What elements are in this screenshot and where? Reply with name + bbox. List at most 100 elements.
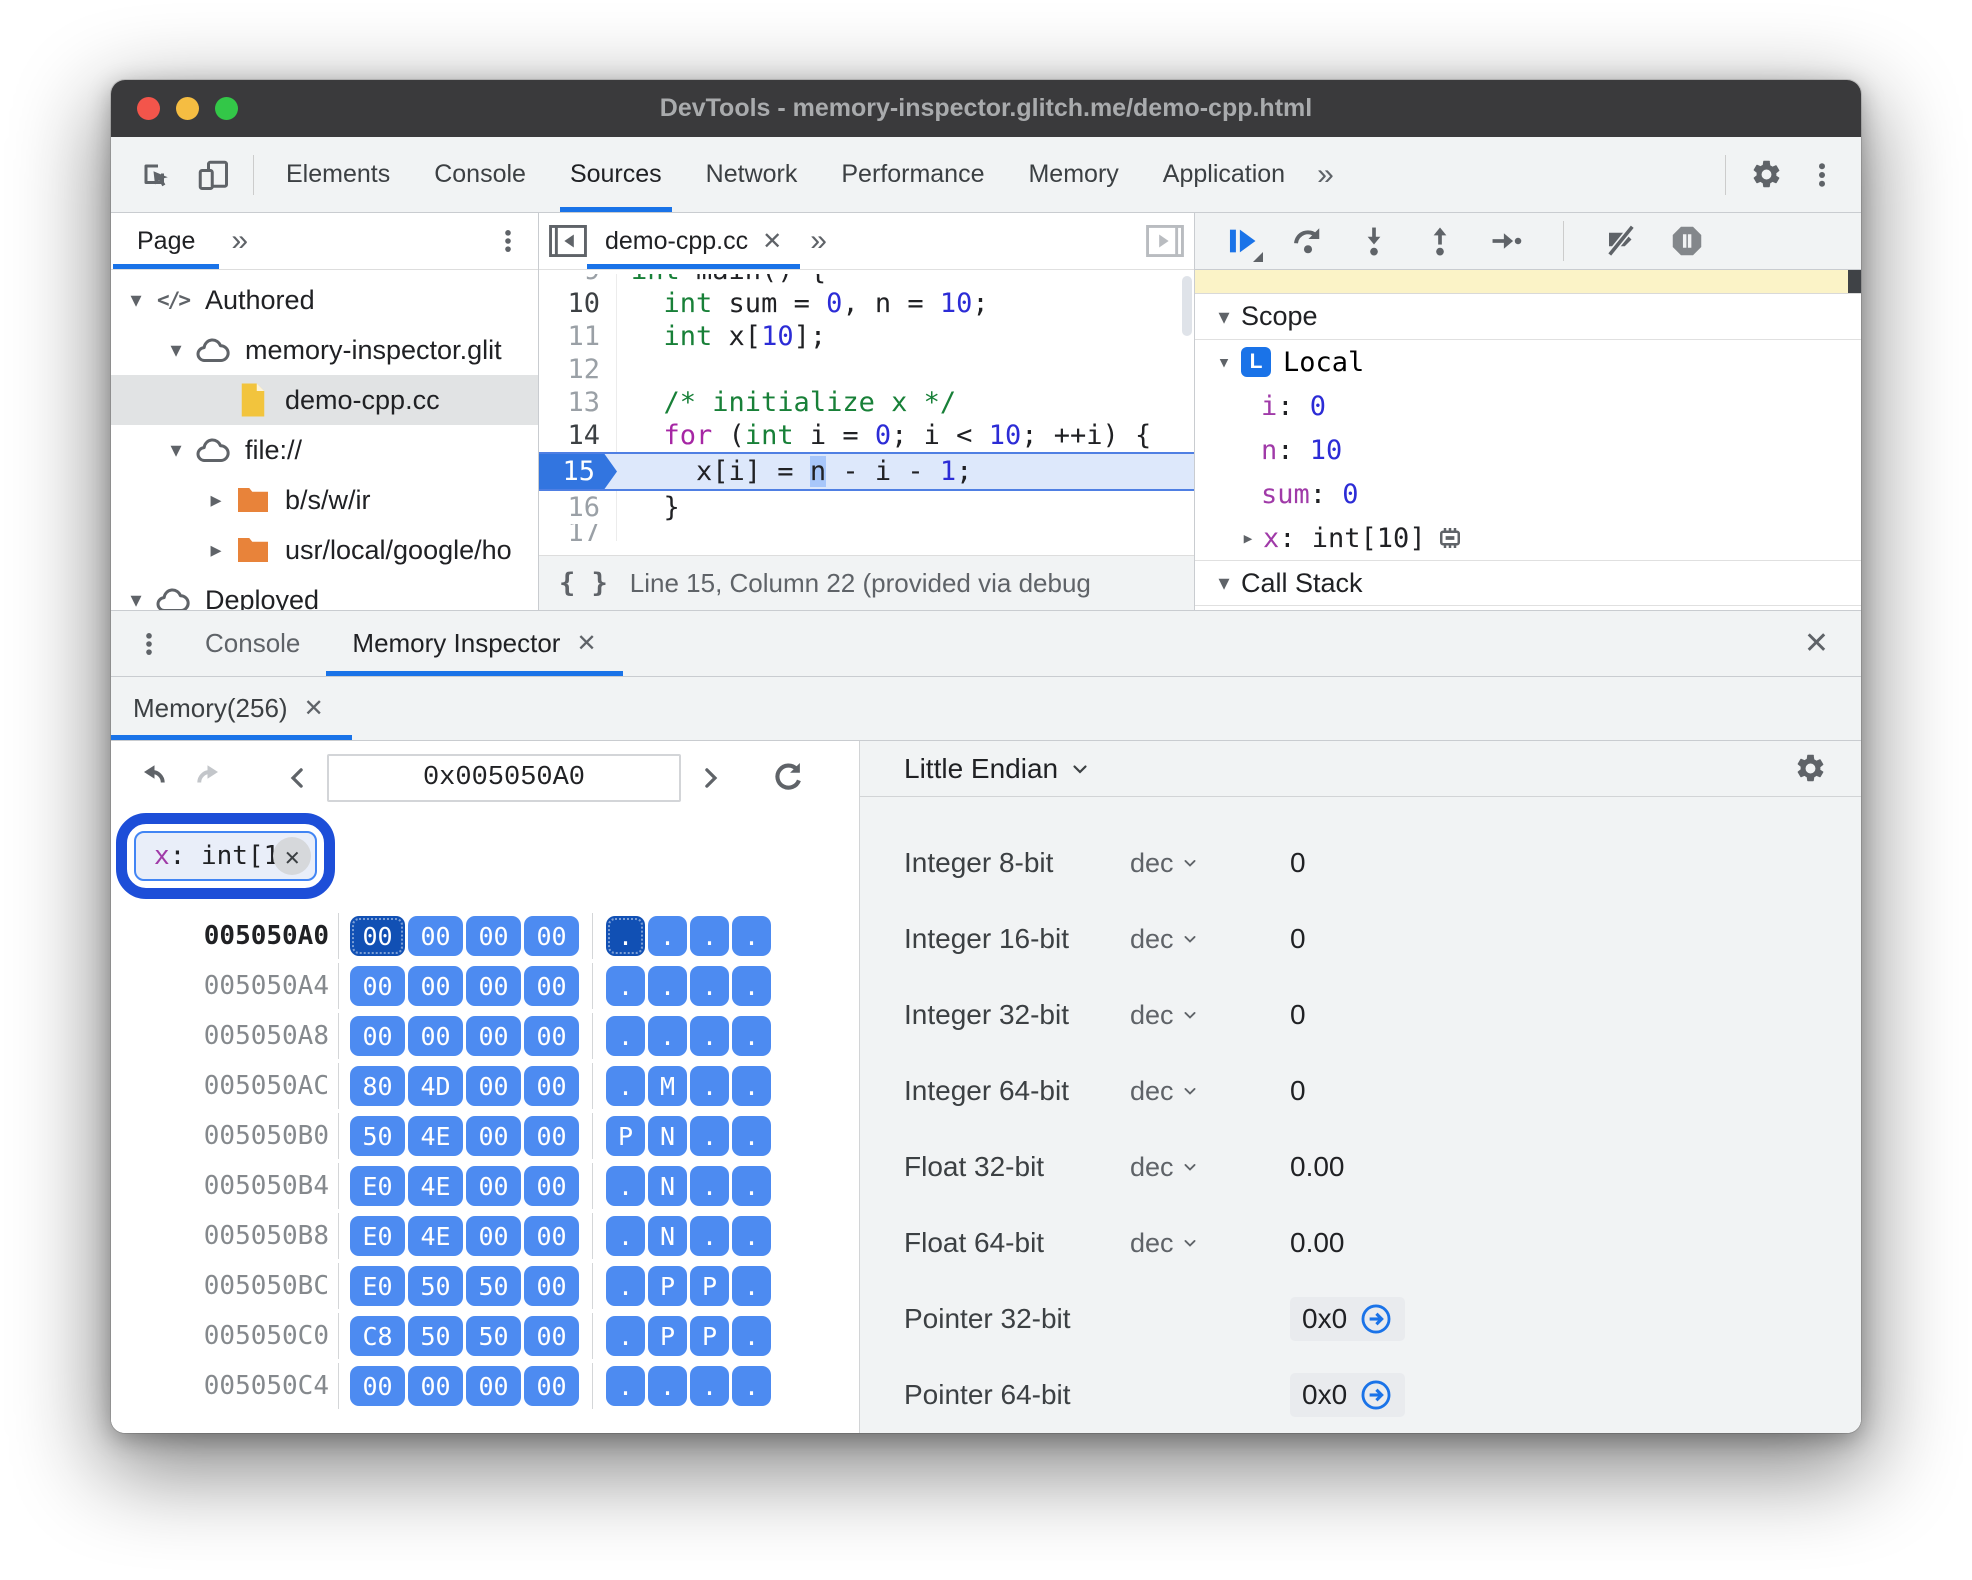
ascii-cell[interactable]: . [690,1166,729,1206]
byte-cell[interactable]: 00 [350,966,405,1006]
step-over-icon[interactable] [1289,222,1327,260]
ascii-cell[interactable]: . [732,1016,771,1056]
ascii-cell[interactable]: . [606,1166,645,1206]
line-number[interactable]: 15 [539,454,617,489]
ascii-cell[interactable]: . [690,916,729,956]
byte-cell[interactable]: 00 [524,1116,579,1156]
byte-cell[interactable]: 4D [408,1066,463,1106]
code-row[interactable]: 11 int x[10]; [539,320,1194,353]
code-line[interactable]: x[i] = n - i - 1; [617,456,972,487]
code-line[interactable]: int x[10]; [617,321,827,352]
ascii-cell[interactable]: . [606,916,645,956]
jump-icon[interactable] [1359,1302,1393,1336]
byte-cell[interactable]: 80 [350,1066,405,1106]
byte-cell[interactable]: 00 [524,1216,579,1256]
byte-cell[interactable]: 4E [408,1116,463,1156]
format-select[interactable]: dec [1130,1152,1290,1183]
code-line[interactable]: for (int i = 0; i < 10; ++i) { [617,420,1152,451]
ascii-cell[interactable]: . [732,916,771,956]
byte-cell[interactable]: 00 [524,1166,579,1206]
format-select[interactable]: dec [1130,848,1290,879]
ascii-cell[interactable]: . [732,1066,771,1106]
code-row[interactable]: 9int main() { [539,274,1194,287]
tab-elements[interactable]: Elements [264,137,412,212]
inspect-icon[interactable] [137,157,173,193]
tree-item-authored[interactable]: ▾ </> Authored [111,275,538,325]
code-line[interactable]: } [617,492,680,523]
tab-memory-256[interactable]: Memory(256) ✕ [111,677,352,740]
memory-chip-icon[interactable] [1434,523,1466,553]
byte-cell[interactable]: E0 [350,1216,405,1256]
byte-cell[interactable]: E0 [350,1266,405,1306]
code-row[interactable]: 12 [539,353,1194,386]
close-drawer-icon[interactable]: ✕ [1804,626,1829,661]
tab-demo-cpp[interactable]: demo-cpp.cc ✕ [587,213,801,269]
ascii-cell[interactable]: . [606,1016,645,1056]
ascii-cell[interactable]: . [732,1266,771,1306]
close-icon[interactable]: ✕ [576,629,596,658]
ascii-cell[interactable]: . [606,1066,645,1106]
byte-cell[interactable]: 00 [408,1016,463,1056]
hide-navigator-icon[interactable] [549,225,587,257]
refresh-icon[interactable] [769,759,807,797]
byte-cell[interactable]: 00 [524,1066,579,1106]
byte-cell[interactable]: 00 [466,1366,521,1406]
close-window-button[interactable] [137,97,160,120]
code-row[interactable]: 13 /* initialize x */ [539,386,1194,419]
byte-cell[interactable]: 00 [466,1066,521,1106]
ascii-cell[interactable]: . [732,1366,771,1406]
tab-network[interactable]: Network [684,137,820,212]
pause-on-exceptions-icon[interactable] [1668,222,1706,260]
byte-cell[interactable]: 00 [466,1016,521,1056]
pretty-print-icon[interactable]: { } [559,568,608,599]
line-number[interactable]: 11 [539,320,617,353]
ascii-cell[interactable]: . [648,1366,687,1406]
byte-cell[interactable]: 00 [524,1016,579,1056]
ascii-cell[interactable]: . [732,1166,771,1206]
tab-console[interactable]: Console [179,611,326,676]
ascii-cell[interactable]: M [648,1066,687,1106]
ascii-cell[interactable]: . [732,1116,771,1156]
byte-cell[interactable]: 00 [524,966,579,1006]
ascii-cell[interactable]: . [648,966,687,1006]
byte-cell[interactable]: 4E [408,1216,463,1256]
byte-cell[interactable]: 50 [408,1266,463,1306]
zoom-window-button[interactable] [215,97,238,120]
byte-cell[interactable]: 00 [408,966,463,1006]
editor-scrollbar[interactable] [1182,276,1192,336]
undo-icon[interactable] [135,760,171,796]
more-panels-chevron[interactable]: » [1317,158,1334,192]
ascii-cell[interactable]: . [648,916,687,956]
next-page-icon[interactable] [695,763,725,793]
code-line[interactable]: int main() { [617,274,826,286]
ascii-cell[interactable]: P [606,1116,645,1156]
format-select[interactable]: dec [1130,924,1290,955]
gear-icon[interactable] [1750,158,1783,191]
tree-item-file-[interactable]: ▾ file:// [111,425,538,475]
scope-var-x[interactable]: ▸ x: int[10] [1195,516,1861,560]
tab-console[interactable]: Console [412,137,548,212]
ascii-cell[interactable]: . [690,1066,729,1106]
remove-tag-button[interactable]: ✕ [273,837,312,875]
kebab-menu-icon[interactable] [135,630,163,658]
line-number[interactable]: 10 [539,287,617,320]
device-toolbar-icon[interactable] [195,157,231,193]
call-stack-section-header[interactable]: ▾ Call Stack [1195,560,1861,606]
ascii-cell[interactable]: . [690,1016,729,1056]
ascii-cell[interactable]: . [606,1366,645,1406]
byte-cell[interactable]: E0 [350,1166,405,1206]
code-row[interactable]: 10 int sum = 0, n = 10; [539,287,1194,320]
byte-cell[interactable]: 00 [466,966,521,1006]
line-number[interactable]: 14 [539,419,617,452]
tree-item-usr-local-google-ho[interactable]: ▸ usr/local/google/ho [111,525,538,575]
more-editor-tabs-chevron[interactable]: » [810,224,827,258]
scope-var-n[interactable]: n: 10 [1195,428,1861,472]
code-line[interactable]: /* initialize x */ [617,387,957,418]
tab-sources[interactable]: Sources [548,137,684,212]
tree-item-b-s-w-ir[interactable]: ▸ b/s/w/ir [111,475,538,525]
byte-cell[interactable]: 00 [350,1016,405,1056]
ascii-cell[interactable]: . [606,1266,645,1306]
byte-cell[interactable]: 00 [350,916,405,956]
show-debugger-icon[interactable] [1146,225,1184,257]
ascii-cell[interactable]: . [690,1116,729,1156]
